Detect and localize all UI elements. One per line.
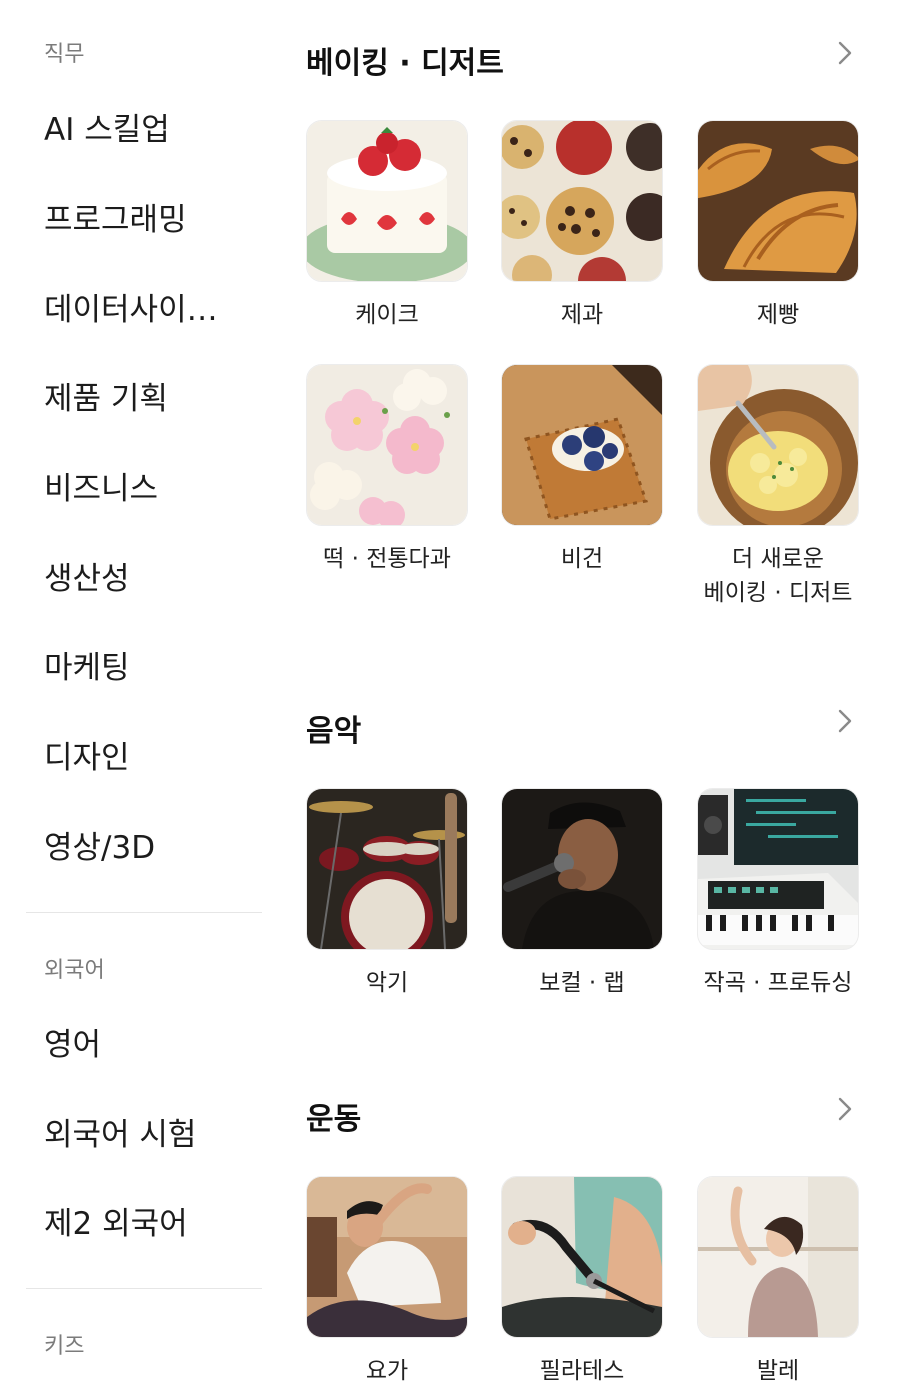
strawberry-cake-photo [306, 120, 468, 282]
tile-label: 제빵 [756, 302, 800, 328]
sidebar-divider [26, 912, 262, 913]
sidebar-item-programming[interactable]: 프로그래밍 [44, 194, 187, 239]
sidebar-item-marketing[interactable]: 마케팅 [44, 642, 130, 687]
sidebar-divider [26, 1288, 262, 1289]
section-title-music: 음악 [306, 714, 362, 749]
sidebar-item-ai-skillup[interactable]: AI 스킬업 [44, 104, 170, 149]
pilates-band-photo [501, 1176, 663, 1338]
sidebar-item-second-language[interactable]: 제2 외국어 [44, 1198, 188, 1243]
tile-label: 필라테스 [539, 1358, 625, 1384]
sidebar-item-product-planning[interactable]: 제품 기획 [44, 373, 168, 418]
sidebar-item-data-science[interactable]: 데이터사이… [44, 284, 218, 329]
tile-label: 발레 [756, 1358, 800, 1384]
tile-bread[interactable]: 제빵 [697, 120, 859, 332]
category-content: 베이킹 · 디저트 케이크 제과 제빵 떡 · 전통다과 비건 더 새로운 베이… [290, 0, 900, 1390]
mixing-bowl-photo [697, 364, 859, 526]
tile-label: 떡 · 전통다과 [323, 546, 451, 572]
sidebar-item-language-test[interactable]: 외국어 시험 [44, 1109, 196, 1154]
category-sidebar: 직무 AI 스킬업 프로그래밍 데이터사이… 제품 기획 비즈니스 생산성 마케… [0, 0, 265, 1390]
sidebar-item-business[interactable]: 비즈니스 [44, 463, 158, 508]
tile-compose-produce[interactable]: 작곡 · 프로듀싱 [697, 788, 859, 1000]
tile-label: 악기 [365, 970, 409, 996]
tile-yoga[interactable]: 요가 [306, 1176, 468, 1388]
tile-confectionery[interactable]: 제과 [501, 120, 663, 332]
rice-cake-flowers-photo [306, 364, 468, 526]
sidebar-item-productivity[interactable]: 생산성 [44, 553, 130, 598]
ballet-pose-photo [697, 1176, 859, 1338]
section-title-baking: 베이킹 · 디저트 [306, 46, 504, 81]
tile-ballet[interactable]: 발레 [697, 1176, 859, 1388]
tile-rice-cake[interactable]: 떡 · 전통다과 [306, 364, 468, 576]
cookies-photo [501, 120, 663, 282]
chevron-right-icon[interactable] [830, 39, 858, 67]
sidebar-heading-language: 외국어 [44, 958, 105, 983]
tile-label: 요가 [365, 1358, 409, 1384]
sidebar-heading-kids: 키즈 [44, 1334, 85, 1359]
tile-cake[interactable]: 케이크 [306, 120, 468, 332]
tile-label: 케이크 [355, 302, 419, 328]
tile-label: 비건 [560, 546, 604, 572]
section-title-exercise: 운동 [306, 1102, 362, 1137]
studio-keyboard-photo [697, 788, 859, 950]
tile-vegan[interactable]: 비건 [501, 364, 663, 576]
tile-instrument[interactable]: 악기 [306, 788, 468, 1000]
tile-more-baking[interactable]: 더 새로운 베이킹 · 디저트 [697, 364, 859, 610]
chevron-right-icon[interactable] [830, 1095, 858, 1123]
tile-label: 보컬 · 랩 [539, 970, 625, 996]
chevron-right-icon[interactable] [830, 707, 858, 735]
sidebar-item-video-3d[interactable]: 영상/3D [44, 822, 155, 867]
yoga-pose-photo [306, 1176, 468, 1338]
singer-mic-photo [501, 788, 663, 950]
tile-vocal-rap[interactable]: 보컬 · 랩 [501, 788, 663, 1000]
drum-kit-photo [306, 788, 468, 950]
tile-label: 작곡 · 프로듀싱 [703, 970, 853, 996]
croissant-photo [697, 120, 859, 282]
sidebar-item-design[interactable]: 디자인 [44, 732, 130, 777]
blueberry-granola-photo [501, 364, 663, 526]
sidebar-item-english[interactable]: 영어 [44, 1019, 101, 1064]
tile-pilates[interactable]: 필라테스 [501, 1176, 663, 1388]
tile-label: 더 새로운 베이킹 · 디저트 [703, 546, 853, 606]
tile-label: 제과 [560, 302, 604, 328]
sidebar-heading-job: 직무 [44, 42, 85, 67]
